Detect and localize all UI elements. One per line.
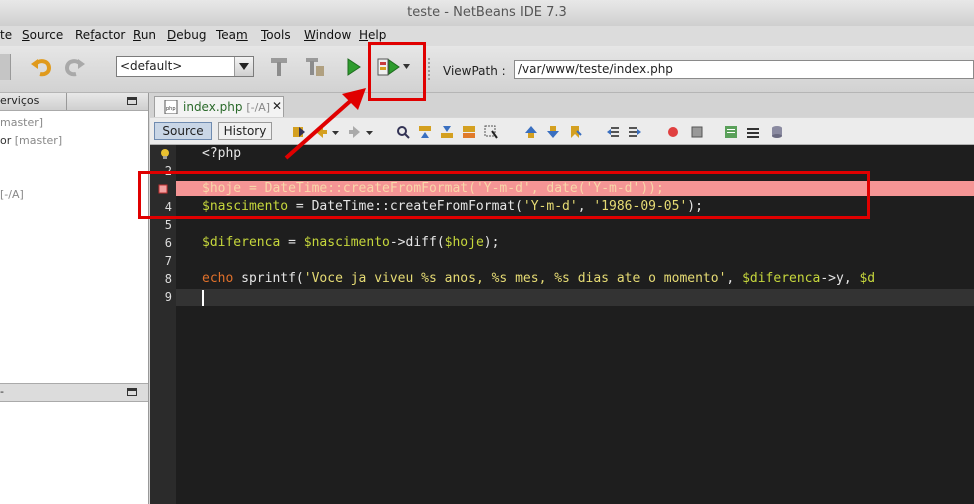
main-toolbar: <default> ViewPath : /var/www/teste/inde…: [0, 46, 974, 93]
editor-toolbar: Source History: [150, 118, 974, 145]
menu-tools[interactable]: Tools: [261, 28, 291, 42]
editor-tab-bar: php index.php [-/A] ✕: [150, 93, 974, 117]
uncomment-icon[interactable]: [746, 125, 760, 139]
shift-right-icon[interactable]: [628, 125, 642, 139]
panel-tab-label[interactable]: -: [0, 385, 4, 398]
viewpath-label: ViewPath :: [443, 64, 506, 78]
find-icon[interactable]: [396, 125, 410, 139]
tree-item[interactable]: or [master]: [0, 134, 62, 147]
menu-run[interactable]: Run: [133, 28, 156, 42]
tab-index-php[interactable]: php index.php [-/A] ✕: [154, 96, 284, 117]
play-icon: [347, 58, 361, 76]
annotation-arrow-icon: [284, 88, 366, 160]
code-line-6: $diferenca = $nascimento->diff($hoje);: [202, 235, 500, 250]
tab-history[interactable]: History: [218, 122, 272, 140]
toolbar-separator: [428, 58, 434, 80]
chevron-down-icon[interactable]: [234, 57, 253, 76]
menu-help[interactable]: Help: [359, 28, 386, 42]
project-configuration-select[interactable]: <default>: [116, 56, 254, 77]
toolbar-edge: [0, 54, 11, 80]
undo-icon: [31, 59, 52, 77]
services-panel: erviços master] or [master] [-/A] -: [0, 93, 149, 504]
find-selection-icon[interactable]: [462, 125, 476, 139]
services-panel-header: erviços: [0, 93, 148, 111]
minimize-icon[interactable]: [127, 388, 137, 396]
find-previous-icon[interactable]: [418, 125, 432, 139]
record-macro-icon[interactable]: [666, 125, 680, 139]
undo-button[interactable]: [28, 54, 54, 80]
next-bookmark-icon[interactable]: [546, 125, 560, 139]
tree-item[interactable]: master]: [0, 116, 43, 129]
minimize-icon[interactable]: [127, 97, 137, 105]
hammer-icon: [271, 58, 287, 76]
code-line-8: echo sprintf('Voce ja viveu %s anos, %s …: [202, 271, 876, 286]
menu-source[interactable]: Source: [22, 28, 63, 42]
toggle-bookmark-icon[interactable]: [568, 125, 582, 139]
tree-item[interactable]: [-/A]: [0, 188, 24, 201]
code-line-1: <?php: [202, 146, 242, 161]
menu-bar: te Source Refactor Run Debug Team Tools …: [0, 26, 974, 46]
comment-icon[interactable]: [724, 125, 738, 139]
clean-build-icon: [306, 58, 324, 76]
database-icon[interactable]: [770, 125, 784, 139]
redo-button[interactable]: [62, 54, 88, 80]
menu-team[interactable]: Team: [216, 28, 248, 42]
divider: [66, 93, 67, 110]
php-file-icon: php: [164, 100, 178, 114]
navigator-panel-header: -: [0, 383, 148, 402]
text-cursor: [202, 290, 204, 306]
run-project-button[interactable]: [340, 54, 366, 80]
window-title: teste - NetBeans IDE 7.3: [407, 5, 567, 20]
shift-left-icon[interactable]: [606, 125, 620, 139]
tab-source[interactable]: Source: [154, 122, 212, 140]
menu-refactor[interactable]: Refactor: [75, 28, 125, 42]
redo-icon: [64, 59, 85, 77]
current-line-highlight: [176, 289, 974, 306]
menu-debug[interactable]: Debug: [167, 28, 206, 42]
build-button[interactable]: [266, 54, 292, 80]
svg-text:php: php: [166, 106, 176, 112]
stop-macro-icon[interactable]: [690, 125, 704, 139]
annotation-box-code-lines: [138, 171, 870, 219]
tab-filename: index.php: [183, 100, 243, 114]
tab-status: [-/A]: [246, 101, 271, 114]
panel-tab-label[interactable]: erviços: [0, 94, 39, 107]
toggle-highlight-icon[interactable]: [484, 125, 498, 139]
clean-build-button[interactable]: [302, 54, 328, 80]
find-next-icon[interactable]: [440, 125, 454, 139]
menu-file[interactable]: te: [0, 28, 12, 42]
viewpath-field[interactable]: /var/www/teste/index.php: [514, 60, 974, 79]
previous-bookmark-icon[interactable]: [524, 125, 538, 139]
menu-window[interactable]: Window: [304, 28, 351, 42]
configuration-value: <default>: [120, 59, 183, 73]
window-title-bar: teste - NetBeans IDE 7.3: [0, 0, 974, 27]
lightbulb-icon[interactable]: [160, 148, 170, 160]
